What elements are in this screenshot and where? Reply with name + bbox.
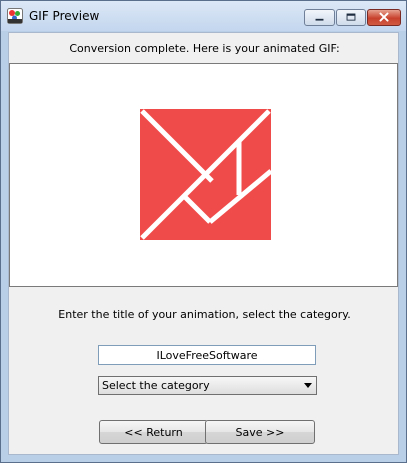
close-icon <box>379 12 389 22</box>
save-button[interactable]: Save >> <box>205 420 315 444</box>
app-gif-icon <box>7 8 23 24</box>
return-button[interactable]: << Return <box>99 420 208 444</box>
maximize-icon <box>346 13 356 21</box>
category-selected-value: Select the category <box>102 379 210 392</box>
gif-preview-panel <box>9 63 398 287</box>
gif-preview-window: GIF Preview Conversion complete. Here is… <box>0 0 407 463</box>
instruction-label: Enter the title of your animation, selec… <box>58 308 351 321</box>
gif-preview-image <box>140 109 271 240</box>
minimize-button[interactable] <box>304 9 335 26</box>
animation-title-input[interactable] <box>98 345 316 365</box>
maximize-button[interactable] <box>336 9 366 26</box>
window-title: GIF Preview <box>29 9 100 23</box>
chevron-down-icon <box>304 383 312 388</box>
title-bar[interactable]: GIF Preview <box>1 1 406 31</box>
category-select[interactable]: Select the category <box>98 376 317 395</box>
close-button[interactable] <box>367 9 401 26</box>
minimize-icon <box>315 18 324 21</box>
dialog-content: Conversion complete. Here is your animat… <box>8 32 399 455</box>
conversion-status-label: Conversion complete. Here is your animat… <box>69 42 340 55</box>
